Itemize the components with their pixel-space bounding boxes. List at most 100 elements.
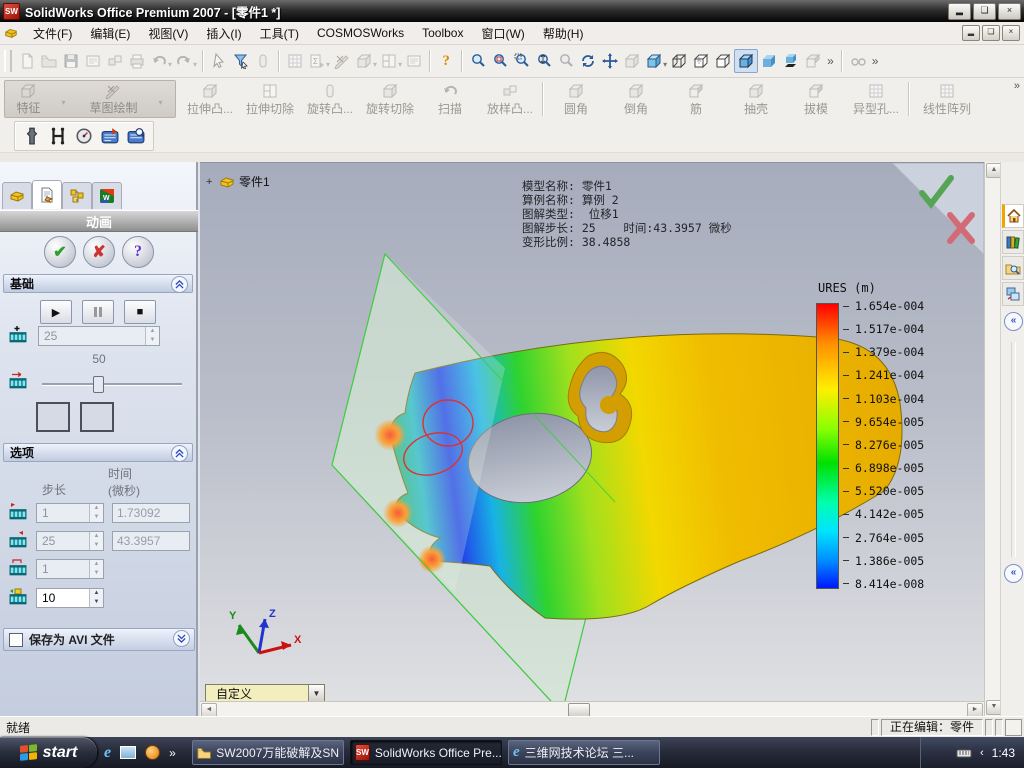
group-save-avi-header[interactable]: 保存为 AVI 文件 — [3, 628, 195, 651]
tab-solidworks-resources[interactable] — [1002, 204, 1024, 228]
child-close-button[interactable]: × — [1002, 25, 1020, 41]
play-button[interactable]: ▶ — [40, 300, 72, 324]
sketch-dropdown-icon[interactable]: ▾ — [158, 98, 162, 107]
close-button[interactable]: × — [998, 3, 1021, 20]
previous-view-icon[interactable] — [467, 50, 489, 72]
rib-button[interactable]: 筋 — [666, 78, 726, 120]
tab-sketch[interactable]: 草图绘制 — [89, 83, 138, 116]
tab-design-library[interactable] — [1002, 230, 1024, 254]
toolbar-grip[interactable] — [4, 50, 12, 72]
minimize-button[interactable]: ▂ — [948, 3, 971, 20]
menu-edit[interactable]: 编辑(E) — [81, 23, 139, 44]
zoom-to-area-icon[interactable] — [511, 50, 533, 72]
shadows-icon[interactable] — [780, 50, 802, 72]
edit-sketch-icon[interactable] — [331, 50, 353, 72]
undo-dropdown-icon[interactable]: ▾ — [168, 60, 172, 69]
shell-button[interactable]: 抽壳 — [726, 78, 786, 120]
menu-cosmosworks[interactable]: COSMOSWorks — [308, 24, 413, 42]
features-dropdown-icon[interactable]: ▾ — [61, 98, 65, 107]
increment-spinbox[interactable]: 1 ▲ ▼ — [36, 559, 104, 579]
chamfer-button[interactable]: 倒角 — [606, 78, 666, 120]
viewport-feature-tree[interactable]: + 零件1 — [206, 173, 270, 190]
extruded-cut-button[interactable]: 拉伸切除 — [240, 78, 300, 120]
show-desktop-icon[interactable] — [120, 746, 137, 759]
menu-insert[interactable]: 插入(I) — [197, 23, 250, 44]
horizontal-scroll-thumb[interactable] — [568, 703, 590, 717]
sketch-grid-icon[interactable] — [284, 50, 306, 72]
collapse-up-icon[interactable] — [171, 445, 188, 462]
open-icon[interactable] — [38, 50, 60, 72]
standard-views-icon[interactable] — [643, 50, 665, 72]
pan-icon[interactable] — [599, 50, 621, 72]
horizontal-scrollbar[interactable]: ◄ ► — [200, 701, 984, 718]
collapse-pane-icon[interactable]: « — [1004, 312, 1023, 331]
standard-views-dropdown-icon[interactable]: ▾ — [663, 60, 667, 69]
extruded-boss-button[interactable]: 拉伸凸... — [180, 78, 240, 120]
ie-quicklaunch-icon[interactable]: e — [104, 744, 111, 762]
view-settings-icon[interactable] — [847, 50, 869, 72]
cosmos-load-icon[interactable] — [47, 125, 69, 147]
save-icon[interactable] — [60, 50, 82, 72]
menu-view[interactable]: 视图(V) — [139, 23, 197, 44]
group-options-header[interactable]: 选项 — [3, 443, 193, 462]
redo-dropdown-icon[interactable]: ▾ — [193, 60, 197, 69]
save-avi-checkbox[interactable] — [9, 632, 23, 647]
hidden-lines-removed-icon[interactable] — [712, 50, 734, 72]
tab-featuremanager[interactable] — [2, 182, 32, 209]
menu-help[interactable]: 帮助(H) — [534, 23, 593, 44]
viewport-layout-icon[interactable] — [378, 50, 400, 72]
revolved-boss-button[interactable]: 旋转凸... — [300, 78, 360, 120]
print-icon[interactable] — [126, 50, 148, 72]
end-step-spinbox[interactable]: 25 ▲ ▼ — [36, 531, 104, 551]
pause-button[interactable] — [82, 300, 114, 324]
equations-dropdown-icon[interactable]: ▾ — [326, 60, 330, 69]
wireframe-icon[interactable] — [668, 50, 690, 72]
messenger-icon[interactable] — [145, 745, 161, 760]
draft-button[interactable]: 拔模 — [786, 78, 846, 120]
redo-icon[interactable] — [173, 50, 195, 72]
menu-tools[interactable]: 工具(T) — [251, 23, 308, 44]
child-minimize-button[interactable]: ▂ — [962, 25, 980, 41]
keyboard-tray-icon[interactable] — [956, 745, 972, 761]
quicklaunch-overflow-icon[interactable]: » — [169, 746, 176, 760]
end-time-field[interactable]: 43.3957 — [112, 531, 190, 551]
linear-pattern-button[interactable]: 线性阵列 — [912, 78, 982, 120]
cancel-button[interactable]: ✘ — [83, 236, 115, 268]
start-step-spinbox[interactable]: 1 ▲ ▼ — [36, 503, 104, 523]
child-restore-button[interactable]: ❏ — [982, 25, 1000, 41]
selection-filter-icon[interactable] — [230, 50, 252, 72]
view-orientation-combo[interactable]: 自定义 ▼ — [205, 684, 325, 702]
taskbar-task-solidworks[interactable]: SW SolidWorks Office Pre... — [350, 740, 502, 765]
spinner-arrows-icon[interactable]: ▲ ▼ — [89, 589, 103, 607]
tree-expand-icon[interactable]: + — [206, 176, 215, 188]
tree-part-name[interactable]: 零件1 — [239, 173, 270, 190]
collapse-pane-icon[interactable]: « — [1004, 564, 1023, 583]
record-option-button-2[interactable] — [80, 402, 114, 432]
ok-button[interactable]: ✔ — [44, 236, 76, 268]
make-assembly-icon[interactable] — [104, 50, 126, 72]
stop-button[interactable]: ■ — [124, 300, 156, 324]
frame-slider-thumb[interactable] — [93, 376, 104, 393]
shaded-icon[interactable] — [758, 50, 780, 72]
make-drawing-icon[interactable] — [82, 50, 104, 72]
viewport-layout-dropdown-icon[interactable]: ▾ — [398, 60, 402, 69]
panel-help-button[interactable]: ? — [122, 236, 154, 268]
hidden-lines-visible-icon[interactable] — [690, 50, 712, 72]
edit-part-icon[interactable] — [353, 50, 375, 72]
edit-part-dropdown-icon[interactable]: ▾ — [373, 60, 377, 69]
hole-wizard-button[interactable]: 异型孔... — [846, 78, 906, 120]
equations-icon[interactable] — [306, 50, 328, 72]
zoom-in-out-icon[interactable] — [533, 50, 555, 72]
select-icon[interactable] — [208, 50, 230, 72]
record-option-button-1[interactable] — [36, 402, 70, 432]
cosmos-gauge-icon[interactable] — [73, 125, 95, 147]
tab-propertymanager[interactable] — [32, 180, 62, 209]
collapse-up-icon[interactable] — [171, 276, 188, 293]
tab-cosmosworks-manager[interactable] — [92, 182, 122, 209]
tab-file-explorer[interactable] — [1002, 256, 1024, 280]
tab-view-palette[interactable] — [1002, 282, 1024, 306]
menu-file[interactable]: 文件(F) — [24, 23, 81, 44]
graphics-viewport[interactable]: + 零件1 模型名称: 零件1 算例名称: 算例 2 图解类型: 位移1 图解步长: … — [200, 162, 984, 702]
shaded-with-edges-icon[interactable] — [734, 49, 759, 73]
expand-down-icon[interactable] — [173, 630, 190, 647]
